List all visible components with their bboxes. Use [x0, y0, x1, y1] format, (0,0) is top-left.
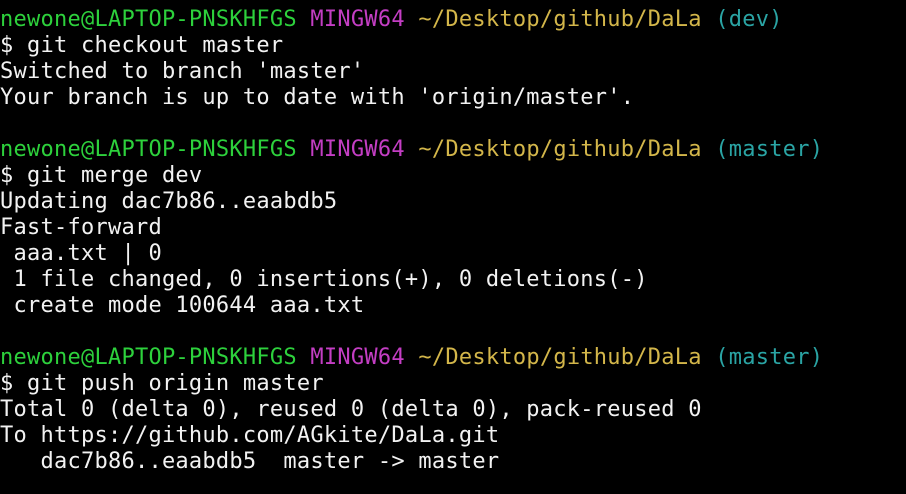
prompt-msystem: MINGW64	[310, 7, 405, 32]
prompt-msystem: MINGW64	[310, 137, 405, 162]
output-line: aaa.txt | 0	[0, 241, 162, 266]
output-line: Total 0 (delta 0), reused 0 (delta 0), p…	[0, 397, 702, 422]
prompt-path: ~/Desktop/github/DaLa	[418, 7, 702, 32]
output-line: To https://github.com/AGkite/DaLa.git	[0, 423, 500, 448]
prompt-branch: (dev)	[715, 7, 783, 32]
prompt-branch: (master)	[715, 345, 824, 370]
command-line: $ git merge dev	[0, 163, 203, 188]
output-line: Your branch is up to date with 'origin/m…	[0, 85, 635, 110]
command-line: $ git push origin master	[0, 371, 324, 396]
output-line: dac7b86..eaabdb5 master -> master	[0, 449, 500, 474]
terminal-window[interactable]: newone@LAPTOP-PNSKHFGS MINGW64 ~/Desktop…	[0, 0, 906, 494]
prompt-branch: (master)	[715, 137, 824, 162]
prompt-user-host: newone@LAPTOP-PNSKHFGS	[0, 137, 297, 162]
output-line: Fast-forward	[0, 215, 162, 240]
prompt-line: newone@LAPTOP-PNSKHFGS MINGW64 ~/Desktop…	[0, 7, 906, 33]
prompt-line: newone@LAPTOP-PNSKHFGS MINGW64 ~/Desktop…	[0, 137, 906, 163]
prompt-path: ~/Desktop/github/DaLa	[418, 345, 702, 370]
prompt-path: ~/Desktop/github/DaLa	[418, 137, 702, 162]
prompt-user-host: newone@LAPTOP-PNSKHFGS	[0, 7, 297, 32]
output-line: Updating dac7b86..eaabdb5	[0, 189, 338, 214]
output-line: create mode 100644 aaa.txt	[0, 293, 365, 318]
prompt-line: newone@LAPTOP-PNSKHFGS MINGW64 ~/Desktop…	[0, 345, 906, 371]
prompt-msystem: MINGW64	[310, 345, 405, 370]
command-line: $ git checkout master	[0, 33, 284, 58]
prompt-user-host: newone@LAPTOP-PNSKHFGS	[0, 345, 297, 370]
output-line: Switched to branch 'master'	[0, 59, 365, 84]
output-line: 1 file changed, 0 insertions(+), 0 delet…	[0, 267, 648, 292]
